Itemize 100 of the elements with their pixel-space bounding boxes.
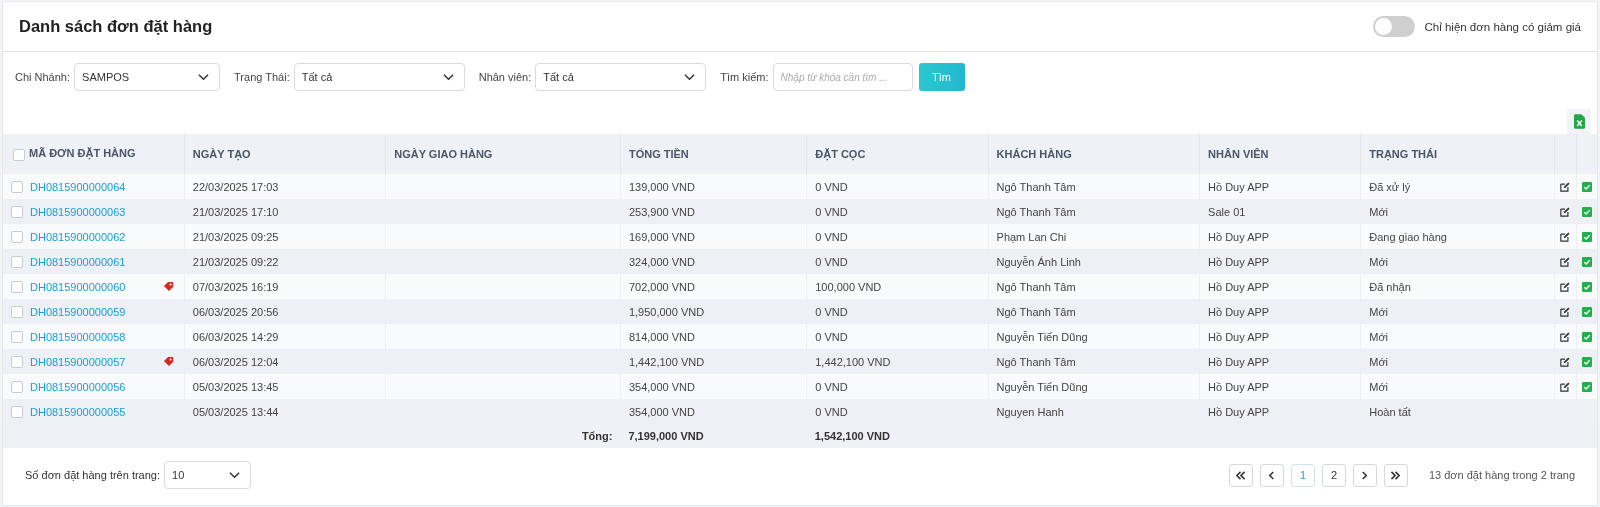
table-cell: Ngô Thanh Tâm bbox=[996, 280, 1076, 293]
toggle-switch[interactable] bbox=[1373, 16, 1416, 37]
last-page-button[interactable] bbox=[1383, 463, 1408, 487]
edit-icon[interactable] bbox=[1560, 231, 1571, 242]
order-link[interactable]: DH0815900000059 bbox=[30, 305, 126, 318]
order-link[interactable]: DH0815900000061 bbox=[30, 255, 126, 268]
column-header: KHÁCH HÀNG bbox=[996, 148, 1072, 160]
column-header: ĐẶT CỌC bbox=[815, 148, 866, 160]
approve-icon[interactable] bbox=[1582, 381, 1593, 392]
dropdown[interactable]: Tất cả bbox=[293, 63, 465, 91]
dropdown[interactable]: SAMPOS bbox=[74, 63, 221, 91]
column-header: MÃ ĐƠN ĐẶT HÀNG bbox=[29, 147, 136, 160]
table-cell: 07/03/2025 16:19 bbox=[192, 280, 279, 293]
checkbox[interactable] bbox=[11, 205, 23, 218]
table-cell: Hồ Duy APP bbox=[1208, 180, 1270, 193]
double-chevron-left-icon bbox=[1235, 470, 1247, 480]
table-cell: 253,900 VND bbox=[628, 205, 695, 218]
table-cell: Ngô Thanh Tâm bbox=[996, 355, 1076, 368]
approve-icon[interactable] bbox=[1582, 331, 1593, 342]
checkbox[interactable] bbox=[11, 230, 23, 243]
edit-icon[interactable] bbox=[1560, 256, 1571, 267]
approve-icon[interactable] bbox=[1582, 206, 1593, 217]
first-page-button[interactable] bbox=[1228, 463, 1253, 487]
table-cell: Ngô Thanh Tâm bbox=[996, 180, 1076, 193]
table-cell: 0 VND bbox=[815, 380, 848, 393]
total-label: Tổng: bbox=[581, 430, 613, 442]
filter-label: Chi Nhánh: bbox=[15, 71, 71, 83]
checkbox[interactable] bbox=[11, 405, 23, 418]
table-cell: Đã nhận bbox=[1369, 280, 1411, 293]
order-link[interactable]: DH0815900000064 bbox=[30, 180, 126, 193]
edit-icon[interactable] bbox=[1560, 356, 1571, 367]
table-cell: 0 VND bbox=[815, 230, 848, 243]
edit-icon[interactable] bbox=[1560, 381, 1571, 392]
table-cell: Mới bbox=[1369, 205, 1389, 218]
order-link[interactable]: DH0815900000056 bbox=[30, 380, 126, 393]
order-link[interactable]: DH0815900000062 bbox=[30, 230, 126, 243]
edit-icon[interactable] bbox=[1560, 206, 1571, 217]
checkbox[interactable] bbox=[11, 180, 23, 193]
column-header: NGÀY TẠO bbox=[192, 148, 251, 160]
checkbox[interactable] bbox=[11, 380, 23, 393]
checkbox[interactable] bbox=[11, 280, 23, 293]
table-cell: Ngô Thanh Tâm bbox=[996, 205, 1076, 218]
page-button[interactable]: 1 bbox=[1290, 463, 1315, 487]
search-field[interactable]: Nhập từ khóa cần tìm ... bbox=[772, 63, 913, 91]
excel-export-icon[interactable] bbox=[1567, 109, 1591, 134]
column-header: TRẠNG THÁI bbox=[1369, 148, 1438, 160]
approve-icon[interactable] bbox=[1582, 231, 1593, 242]
edit-icon[interactable] bbox=[1560, 306, 1571, 317]
checkbox[interactable] bbox=[11, 355, 23, 368]
column-header: NGÀY GIAO HÀNG bbox=[394, 148, 493, 160]
previous-page-button[interactable] bbox=[1259, 463, 1284, 487]
pagination-summary: 13 đơn đặt hàng trong 2 trang bbox=[1428, 469, 1575, 481]
order-link[interactable]: DH0815900000063 bbox=[30, 205, 126, 218]
table-cell: Hoàn tất bbox=[1369, 405, 1411, 418]
chevron-down-icon bbox=[684, 73, 696, 81]
edit-icon[interactable] bbox=[1560, 331, 1571, 342]
order-link[interactable]: DH0815900000060 bbox=[30, 280, 126, 293]
chevron-right-icon bbox=[1361, 470, 1369, 480]
table-cell: 21/03/2025 09:25 bbox=[192, 230, 279, 243]
approve-icon[interactable] bbox=[1582, 281, 1593, 292]
order-link[interactable]: DH0815900000058 bbox=[30, 330, 126, 343]
order-link[interactable]: DH0815900000057 bbox=[30, 355, 126, 368]
table-cell: 06/03/2025 14:29 bbox=[192, 330, 279, 343]
table-cell: 139,000 VND bbox=[628, 180, 695, 193]
table-cell: 05/03/2025 13:45 bbox=[192, 380, 279, 393]
filter-label: Tìm kiếm: bbox=[720, 71, 769, 83]
table-cell: Hồ Duy APP bbox=[1208, 305, 1270, 318]
order-link[interactable]: DH0815900000055 bbox=[30, 405, 126, 418]
approve-icon[interactable] bbox=[1582, 181, 1593, 192]
table-cell: 100,000 VND bbox=[815, 280, 882, 293]
table-cell: 1,950,000 VND bbox=[628, 305, 705, 318]
table-cell: 0 VND bbox=[815, 180, 848, 193]
table-cell: 0 VND bbox=[815, 405, 848, 418]
chevron-down-icon bbox=[229, 471, 241, 479]
edit-icon[interactable] bbox=[1560, 181, 1571, 192]
dropdown[interactable]: Tất cả bbox=[535, 63, 707, 91]
page-size-label: Số đơn đặt hàng trên trang: bbox=[25, 469, 161, 481]
table-cell: 06/03/2025 12:04 bbox=[192, 355, 279, 368]
next-page-button[interactable] bbox=[1352, 463, 1377, 487]
page-size-dropdown[interactable]: 10 bbox=[164, 461, 252, 489]
checkbox[interactable] bbox=[13, 148, 25, 161]
approve-icon[interactable] bbox=[1582, 306, 1593, 317]
checkbox[interactable] bbox=[11, 330, 23, 343]
page-title: Danh sách đơn đặt hàng bbox=[19, 17, 213, 36]
filter-label: Nhân viên: bbox=[478, 71, 532, 83]
table-cell: Hồ Duy APP bbox=[1208, 405, 1270, 418]
table-cell: Hồ Duy APP bbox=[1208, 255, 1270, 268]
total-amount: 7,199,000 VND bbox=[628, 430, 704, 442]
checkbox[interactable] bbox=[11, 305, 23, 318]
table-cell: Mới bbox=[1369, 355, 1389, 368]
search-button[interactable]: Tìm bbox=[918, 63, 965, 91]
checkbox[interactable] bbox=[11, 255, 23, 268]
table-cell: 169,000 VND bbox=[628, 230, 695, 243]
approve-icon[interactable] bbox=[1582, 256, 1593, 267]
chevron-down-icon bbox=[198, 73, 210, 81]
edit-icon[interactable] bbox=[1560, 281, 1571, 292]
page-button[interactable]: 2 bbox=[1321, 463, 1346, 487]
table-cell: Hồ Duy APP bbox=[1208, 280, 1270, 293]
approve-icon[interactable] bbox=[1582, 356, 1593, 367]
table-cell: Hồ Duy APP bbox=[1208, 330, 1270, 343]
